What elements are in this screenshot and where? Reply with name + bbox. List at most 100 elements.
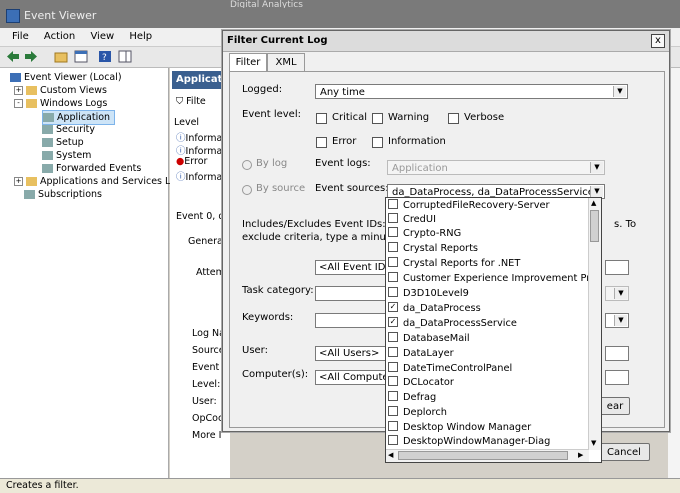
scroll-left-icon[interactable]: ◀ [388,451,393,459]
properties-icon[interactable] [74,50,88,63]
event-viewer-icon [6,9,20,23]
checkbox[interactable] [388,421,398,431]
checkbox[interactable] [388,227,398,237]
tree-log-security[interactable]: Security [42,123,95,136]
filter-toolbar[interactable]: ⛉ Filte [176,96,206,107]
event-logs-dropdown[interactable]: Application ▼ [387,160,605,175]
critical-checkbox[interactable] [316,113,327,124]
checkbox[interactable] [388,406,398,416]
list-item[interactable]: ✓ da_DataProcess [388,302,588,316]
user-input-end[interactable] [605,346,629,361]
scroll-thumb[interactable] [590,210,599,242]
back-icon[interactable] [6,50,20,63]
checkbox[interactable] [388,242,398,252]
close-button[interactable]: x [651,34,665,48]
menu-file[interactable]: File [12,31,29,42]
tree-subscriptions[interactable]: Subscriptions [24,188,102,201]
checkbox[interactable] [388,347,398,357]
checkbox[interactable] [388,391,398,401]
checkbox[interactable] [388,272,398,282]
scroll-down-icon[interactable]: ▼ [591,439,596,447]
information-checkbox[interactable] [372,137,383,148]
list-item[interactable]: CredUI [388,213,588,227]
list-item[interactable]: Crystal Reports [388,242,588,256]
tab-general[interactable]: General [188,236,225,247]
show-pane-icon[interactable] [118,50,132,63]
tree-log-system[interactable]: System [42,149,91,162]
computers-input-end[interactable] [605,370,629,385]
error-label: Error [332,136,357,147]
list-item[interactable]: Desktop Window Manager [388,421,588,435]
list-item[interactable]: Customer Experience Improvement Program [388,272,588,286]
tab-filter[interactable]: Filter [229,53,267,72]
scroll-right-icon[interactable]: ▶ [578,451,583,459]
folder-up-icon[interactable] [54,50,68,63]
checkbox[interactable] [388,362,398,372]
level-column-header[interactable]: Level [174,117,199,128]
scroll-up-icon[interactable]: ▲ [591,199,596,207]
event-row[interactable]: ⓘInforma [176,130,222,144]
tree-windows-logs[interactable]: - Windows Logs [14,97,107,110]
forward-icon[interactable] [24,50,38,63]
list-item[interactable]: DCLocator [388,376,588,390]
tree-custom-views[interactable]: + Custom Views [14,84,107,97]
list-item[interactable]: CorruptedFileRecovery-Server [388,199,588,213]
verbose-checkbox[interactable] [448,113,459,124]
checkbox[interactable] [388,213,398,223]
checkbox-checked[interactable]: ✓ [388,302,398,312]
svg-text:?: ? [102,53,107,63]
list-item[interactable]: Crystal Reports for .NET [388,257,588,271]
task-category-dropdown-end[interactable]: ▼ [605,286,629,301]
checkbox[interactable] [388,332,398,342]
tab-xml[interactable]: XML [267,53,305,71]
event-row[interactable]: ⓘInforma [176,143,222,157]
list-item[interactable]: Deplorch [388,406,588,420]
event-row[interactable]: ⓘInforma [176,169,222,183]
clear-button[interactable]: ear [600,397,630,415]
event-ids-input[interactable]: <All Event IDs> [315,260,387,275]
error-checkbox[interactable] [316,137,327,148]
keywords-dropdown-end[interactable]: ▼ [605,313,629,328]
list-item[interactable]: DataLayer [388,347,588,361]
checkbox[interactable] [388,435,398,445]
menu-help[interactable]: Help [129,31,152,42]
menu-view[interactable]: View [90,31,114,42]
background-window-title: Digital Analytics [230,0,303,8]
checkbox-checked[interactable]: ✓ [388,317,398,327]
event-row[interactable]: ●Error [176,156,207,167]
tree-log-setup[interactable]: Setup [42,136,84,149]
by-source-radio[interactable] [242,185,252,195]
checkbox[interactable] [388,199,398,209]
list-item[interactable]: Crypto-RNG [388,227,588,241]
chevron-down-icon: ▼ [614,315,627,326]
expand-icon[interactable]: + [14,86,23,95]
help-icon[interactable]: ? [98,50,112,63]
list-item[interactable]: DateTimeControlPanel [388,362,588,376]
expand-icon[interactable]: + [14,177,23,186]
event-ids-input-end[interactable] [605,260,629,275]
horizontal-scrollbar[interactable]: ◀ ▶ [386,449,589,462]
task-category-dropdown[interactable] [315,286,387,301]
menu-action[interactable]: Action [44,31,75,42]
list-item[interactable]: DatabaseMail [388,332,588,346]
vertical-scrollbar[interactable]: ▲ ▼ [588,198,601,450]
user-input[interactable]: <All Users> [315,346,387,361]
checkbox[interactable] [388,376,398,386]
collapse-icon[interactable]: - [14,99,23,108]
tree-log-forwarded[interactable]: Forwarded Events [42,162,141,175]
list-item[interactable]: D3D10Level9 [388,287,588,301]
checkbox[interactable] [388,287,398,297]
checkbox[interactable] [388,257,398,267]
cancel-button[interactable]: Cancel [598,443,650,461]
keywords-dropdown[interactable] [315,313,387,328]
by-log-radio[interactable] [242,160,252,170]
scroll-thumb[interactable] [398,451,568,460]
list-item[interactable]: DesktopWindowManager-Diag [388,435,588,449]
computers-input[interactable]: <All Computers [315,370,387,385]
tree-apps-services[interactable]: + Applications and Services Logs [14,175,187,188]
logged-dropdown[interactable]: Any time ▼ [315,84,628,99]
list-item[interactable]: ✓ da_DataProcessService [388,317,588,331]
tree-root[interactable]: Event Viewer (Local) [10,71,122,84]
warning-checkbox[interactable] [372,113,383,124]
list-item[interactable]: Defrag [388,391,588,405]
